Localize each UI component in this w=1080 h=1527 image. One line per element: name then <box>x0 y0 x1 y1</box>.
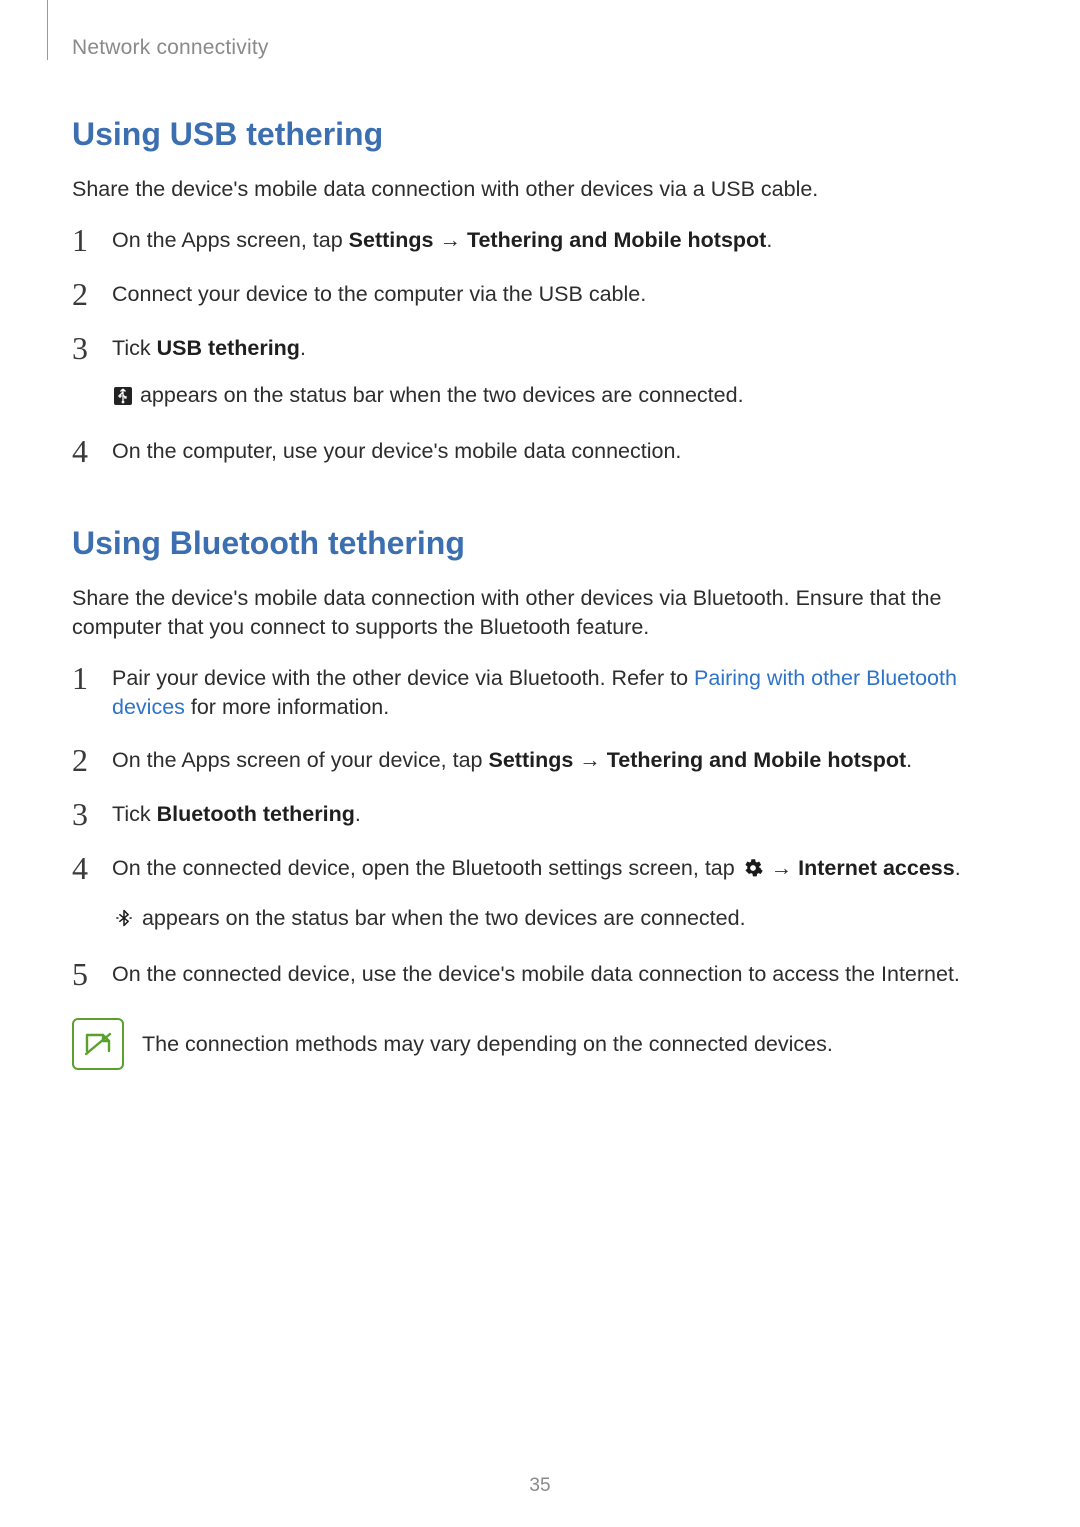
step-body: On the computer, use your device's mobil… <box>112 437 1008 466</box>
text: On the connected device, open the Blueto… <box>112 856 741 880</box>
settings-label: Settings <box>349 228 434 252</box>
usb-step-3: 3 Tick USB tethering. appears on the sta… <box>72 334 1008 413</box>
margin-rule <box>47 0 48 60</box>
heading-usb-tethering: Using USB tethering <box>72 116 1008 153</box>
step-number: 3 <box>72 332 112 364</box>
arrow: → <box>433 228 466 252</box>
gear-icon <box>743 857 763 886</box>
step-number: 1 <box>72 224 112 256</box>
usb-status-icon <box>114 384 132 413</box>
bluetooth-tethering-label: Bluetooth tethering <box>157 802 355 826</box>
breadcrumb: Network connectivity <box>72 36 1008 60</box>
arrow: → <box>573 748 606 772</box>
note-icon <box>72 1018 124 1070</box>
bluetooth-tether-icon <box>114 907 134 936</box>
step-number: 4 <box>72 852 112 884</box>
bt-intro: Share the device's mobile data connectio… <box>72 584 1008 642</box>
note-text: The connection methods may vary dependin… <box>142 1030 833 1059</box>
step-number: 2 <box>72 278 112 310</box>
tethering-label: Tethering and Mobile hotspot <box>467 228 766 252</box>
text: for more information. <box>185 695 389 719</box>
usb-intro: Share the device's mobile data connectio… <box>72 175 1008 204</box>
bt-step-3: 3 Tick Bluetooth tethering. <box>72 800 1008 830</box>
text: On the Apps screen of your device, tap <box>112 748 488 772</box>
text: . <box>300 336 306 360</box>
text: . <box>906 748 912 772</box>
text: On the Apps screen, tap <box>112 228 349 252</box>
usb-step-2: 2 Connect your device to the computer vi… <box>72 280 1008 310</box>
step-number: 2 <box>72 744 112 776</box>
heading-bluetooth-tethering: Using Bluetooth tethering <box>72 525 1008 562</box>
step-body: Tick USB tethering. appears on the statu… <box>112 334 1008 413</box>
step-number: 5 <box>72 958 112 990</box>
text: . <box>955 856 961 880</box>
step-body: Tick Bluetooth tethering. <box>112 800 1008 829</box>
text: Tick <box>112 802 157 826</box>
usb-step-1: 1 On the Apps screen, tap Settings → Tet… <box>72 226 1008 256</box>
step-body: On the connected device, open the Blueto… <box>112 854 1008 936</box>
step-number: 3 <box>72 798 112 830</box>
bt-steps: 1 Pair your device with the other device… <box>72 664 1008 990</box>
step-body: On the Apps screen, tap Settings → Tethe… <box>112 226 1008 255</box>
text: Pair your device with the other device v… <box>112 666 694 690</box>
step-number: 1 <box>72 662 112 694</box>
usb-step-4: 4 On the computer, use your device's mob… <box>72 437 1008 467</box>
internet-access-label: Internet access <box>798 856 955 880</box>
bt-step-1: 1 Pair your device with the other device… <box>72 664 1008 722</box>
settings-label: Settings <box>488 748 573 772</box>
bt-step-5: 5 On the connected device, use the devic… <box>72 960 1008 990</box>
step-body: Pair your device with the other device v… <box>112 664 1008 722</box>
arrow: → <box>765 856 798 880</box>
bt-step-2: 2 On the Apps screen of your device, tap… <box>72 746 1008 776</box>
page-number: 35 <box>0 1475 1080 1497</box>
page: Network connectivity Using USB tethering… <box>0 0 1080 1527</box>
text: appears on the status bar when the two d… <box>134 383 744 407</box>
step-body: Connect your device to the computer via … <box>112 280 1008 309</box>
text: . <box>766 228 772 252</box>
usb-tethering-label: USB tethering <box>157 336 300 360</box>
text: Tick <box>112 336 157 360</box>
tethering-label: Tethering and Mobile hotspot <box>607 748 906 772</box>
note: The connection methods may vary dependin… <box>72 1018 1008 1070</box>
text: . <box>355 802 361 826</box>
step-body: On the Apps screen of your device, tap S… <box>112 746 1008 775</box>
text: appears on the status bar when the two d… <box>136 906 746 930</box>
bt-step-4: 4 On the connected device, open the Blue… <box>72 854 1008 936</box>
usb-steps: 1 On the Apps screen, tap Settings → Tet… <box>72 226 1008 467</box>
step-body: On the connected device, use the device'… <box>112 960 1008 989</box>
step-number: 4 <box>72 435 112 467</box>
